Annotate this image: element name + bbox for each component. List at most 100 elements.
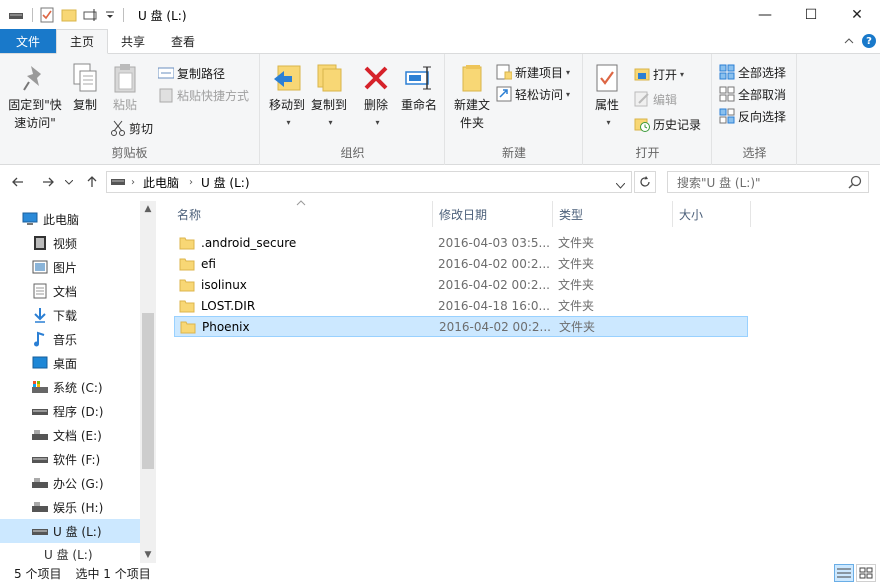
new-item-button[interactable]: 新建项目 ▾ xyxy=(496,62,570,82)
refresh-button[interactable] xyxy=(634,171,656,193)
chevron-down-icon: ▾ xyxy=(286,118,291,127)
rename-icon[interactable] xyxy=(83,7,99,23)
large-icons-view-button[interactable] xyxy=(856,564,876,582)
select-all-button[interactable]: 全部选择 xyxy=(719,62,786,82)
up-button[interactable] xyxy=(82,172,102,192)
select-none-button[interactable]: 全部取消 xyxy=(719,84,786,104)
picture-icon xyxy=(32,259,48,275)
invert-selection-button[interactable]: 反向选择 xyxy=(719,106,786,126)
paste-shortcut-button[interactable]: 粘贴快捷方式 xyxy=(158,85,249,105)
nav-item-drive-d[interactable]: 程序 (D:) xyxy=(0,399,140,423)
chevron-right-icon[interactable]: › xyxy=(189,177,193,188)
selected-count: 选中 1 个项目 xyxy=(75,566,151,581)
scroll-up-icon[interactable]: ▲ xyxy=(140,201,156,217)
file-row[interactable]: Phoenix 2016-04-02 00:2... 文件夹 xyxy=(174,316,748,337)
column-header-size[interactable]: 大小 xyxy=(673,201,751,227)
forward-button[interactable] xyxy=(38,172,58,192)
new-item-label: 新建项目 xyxy=(515,65,564,80)
nav-item-this-pc[interactable]: 此电脑 xyxy=(0,207,140,231)
file-list: 名称 修改日期 类型 大小 .android_secure 2016-04-03… xyxy=(156,200,880,563)
quick-access-toolbar xyxy=(8,7,130,23)
system-drive-icon xyxy=(32,379,48,395)
properties-button[interactable]: 属性 ▾ xyxy=(590,62,624,132)
breadcrumb-drive[interactable]: U 盘 (L:) xyxy=(201,174,250,191)
nav-item-desktop[interactable]: 桌面 xyxy=(0,351,140,375)
rename-icon xyxy=(403,62,435,94)
new-folder-icon[interactable] xyxy=(61,7,77,23)
customize-dropdown-icon[interactable] xyxy=(105,7,115,23)
clipboard-group: 固定到"快速访问" 复制 粘贴 复制路径 粘贴快捷方式 剪切 剪贴板 xyxy=(0,54,260,165)
breadcrumb-this-pc[interactable]: 此电脑 xyxy=(143,174,179,191)
minimize-button[interactable]: — xyxy=(742,0,788,30)
paste-button[interactable]: 粘贴 xyxy=(108,62,142,114)
nav-item-drive-g[interactable]: 办公 (G:) xyxy=(0,471,140,495)
tab-share[interactable]: 共享 xyxy=(108,29,158,53)
column-header-name[interactable]: 名称 xyxy=(171,201,433,227)
edit-button[interactable]: 编辑 xyxy=(634,89,677,109)
close-button[interactable]: ✕ xyxy=(834,0,880,30)
move-to-button[interactable]: 移动到 ▾ xyxy=(265,62,309,132)
copy-icon xyxy=(69,62,101,94)
back-button[interactable] xyxy=(8,172,28,192)
column-size-label: 大小 xyxy=(679,207,704,222)
nav-item-pictures[interactable]: 图片 xyxy=(0,255,140,279)
paste-icon xyxy=(109,62,141,94)
search-icon[interactable] xyxy=(848,175,862,189)
nav-item-drive-l-root[interactable]: U 盘 (L:) xyxy=(0,547,140,563)
tab-home[interactable]: 主页 xyxy=(56,29,109,54)
file-type: 文件夹 xyxy=(558,299,595,313)
nav-item-downloads[interactable]: 下载 xyxy=(0,303,140,327)
new-folder-button[interactable]: 新建文件夹 xyxy=(450,62,494,132)
copy-button[interactable]: 复制 xyxy=(68,62,102,114)
desktop-icon xyxy=(32,355,48,371)
cut-button[interactable]: 剪切 xyxy=(110,118,153,138)
maximize-button[interactable]: ☐ xyxy=(788,0,834,30)
tab-file[interactable]: 文件 xyxy=(0,29,56,53)
column-header-type[interactable]: 类型 xyxy=(553,201,673,227)
music-icon xyxy=(32,331,48,347)
column-header-date[interactable]: 修改日期 xyxy=(433,201,553,227)
file-row[interactable]: isolinux 2016-04-02 00:2... 文件夹 xyxy=(174,274,748,295)
drive-icon xyxy=(111,175,125,189)
copy-to-button[interactable]: 复制到 ▾ xyxy=(307,62,351,132)
properties-icon[interactable] xyxy=(39,7,55,23)
search-input[interactable]: 搜索"U 盘 (L:)" xyxy=(667,171,869,193)
nav-item-drive-l[interactable]: U 盘 (L:) xyxy=(0,519,140,543)
nav-item-drive-c[interactable]: 系统 (C:) xyxy=(0,375,140,399)
collapse-ribbon-icon[interactable] xyxy=(844,36,854,47)
video-icon xyxy=(32,235,48,251)
item-count: 5 个项目 xyxy=(14,566,62,581)
nav-item-music[interactable]: 音乐 xyxy=(0,327,140,351)
nav-item-videos[interactable]: 视频 xyxy=(0,231,140,255)
nav-item-drive-h[interactable]: 娱乐 (H:) xyxy=(0,495,140,519)
address-dropdown-icon[interactable] xyxy=(615,178,626,192)
select-group-label: 选择 xyxy=(742,146,767,160)
nav-item-drive-e[interactable]: 文档 (E:) xyxy=(0,423,140,447)
chevron-right-icon[interactable]: › xyxy=(131,177,135,188)
file-row[interactable]: LOST.DIR 2016-04-18 16:0... 文件夹 xyxy=(174,295,748,316)
file-row[interactable]: efi 2016-04-02 00:2... 文件夹 xyxy=(174,253,748,274)
separator xyxy=(123,8,124,22)
recent-locations-button[interactable] xyxy=(62,172,76,192)
rename-button[interactable]: 重命名 xyxy=(397,62,441,114)
pin-quick-access-button[interactable]: 固定到"快速访问" xyxy=(4,62,66,132)
select-all-label: 全部选择 xyxy=(738,65,787,80)
copy-path-button[interactable]: 复制路径 xyxy=(158,63,225,83)
details-view-button[interactable] xyxy=(834,564,854,582)
scroll-down-icon[interactable]: ▼ xyxy=(140,547,156,563)
nav-item-documents[interactable]: 文档 xyxy=(0,279,140,303)
easy-access-button[interactable]: 轻松访问 ▾ xyxy=(496,84,570,104)
nav-item-drive-f[interactable]: 软件 (F:) xyxy=(0,447,140,471)
address-bar[interactable]: › 此电脑 › U 盘 (L:) xyxy=(106,171,632,193)
drive-icon[interactable] xyxy=(8,7,24,23)
delete-button[interactable]: 删除 ▾ xyxy=(359,62,393,132)
nav-scrollbar[interactable]: ▲ ▼ xyxy=(140,201,156,563)
history-button[interactable]: 历史记录 xyxy=(634,114,701,134)
new-group: 新建文件夹 新建项目 ▾ 轻松访问 ▾ 新建 xyxy=(446,54,583,165)
file-row[interactable]: .android_secure 2016-04-03 03:5... 文件夹 xyxy=(174,232,748,253)
tab-view[interactable]: 查看 xyxy=(158,29,208,53)
scrollbar-thumb[interactable] xyxy=(142,313,154,469)
file-name: efi xyxy=(201,256,216,271)
open-button[interactable]: 打开 ▾ xyxy=(634,64,684,84)
help-icon[interactable]: ? xyxy=(862,34,876,48)
